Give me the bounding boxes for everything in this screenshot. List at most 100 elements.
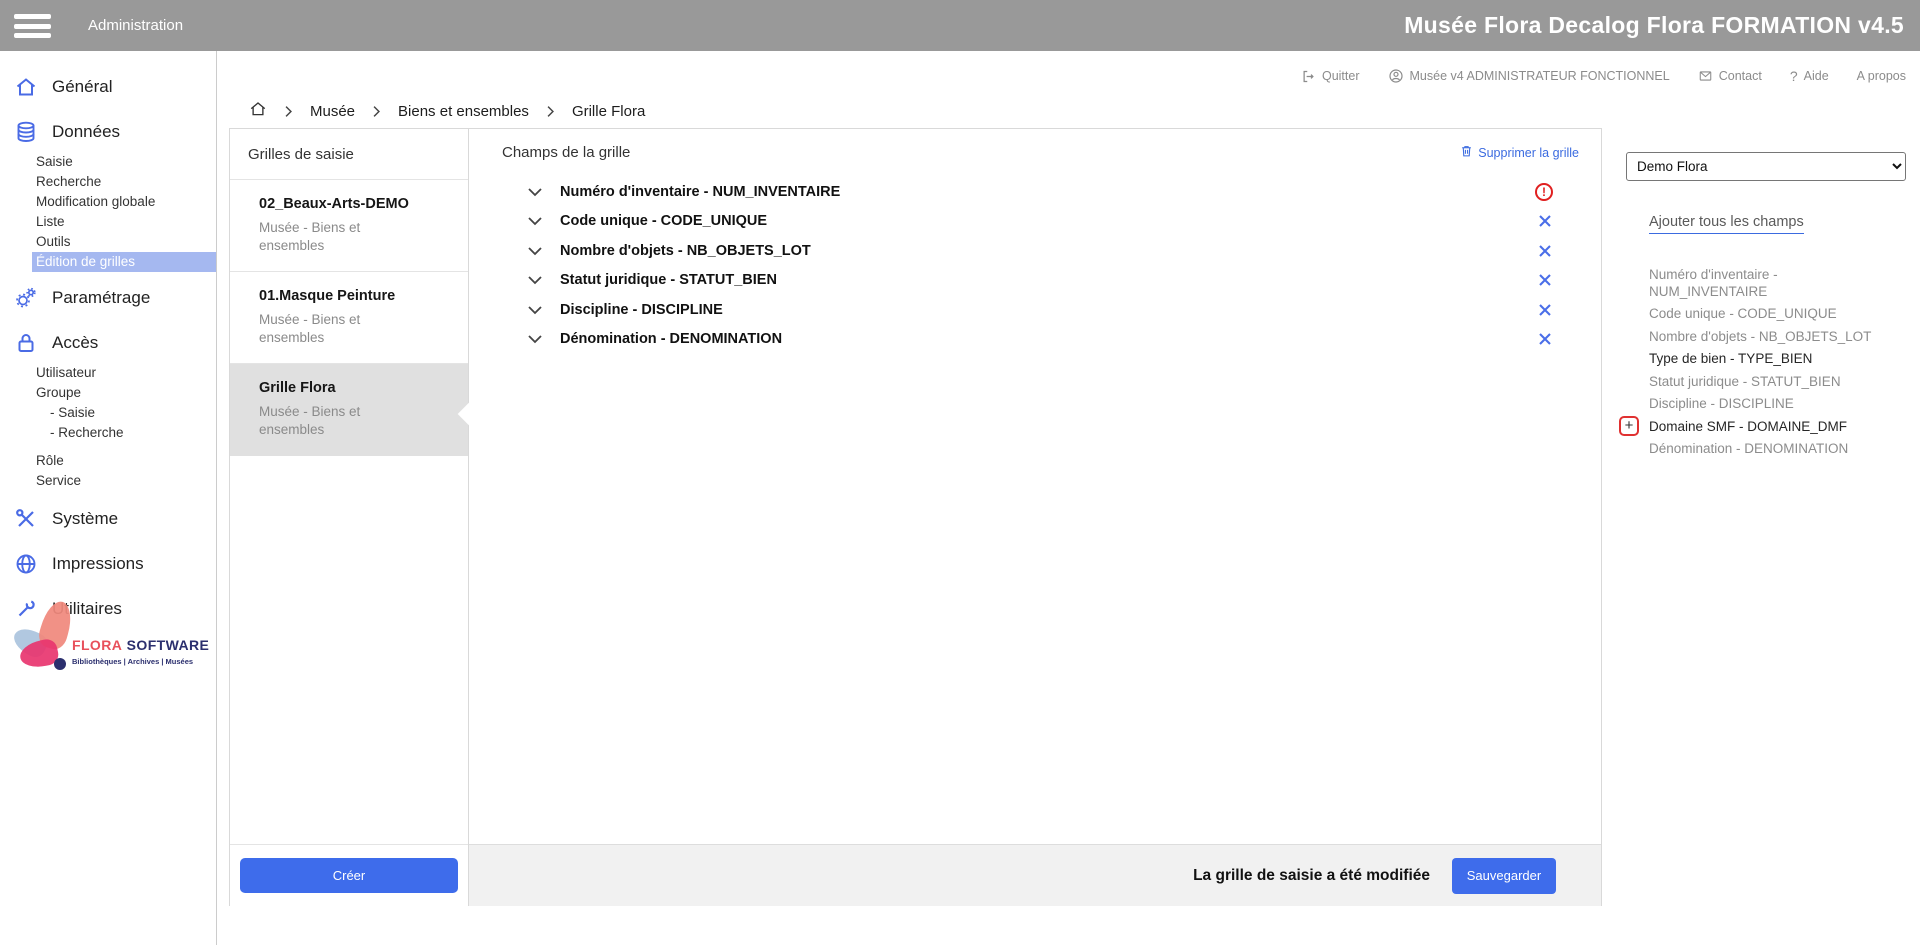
available-field-label: Domaine SMF - DOMAINE_DMF xyxy=(1649,419,1847,434)
remove-field-icon[interactable] xyxy=(1537,243,1553,259)
sidebar-item-groupe[interactable]: Groupe xyxy=(0,383,216,403)
field-row-label: Nombre d'objets - NB_OBJETS_LOT xyxy=(560,243,811,259)
available-field: Numéro d'inventaire - NUM_INVENTAIRE xyxy=(1649,267,1877,300)
chevron-right-icon xyxy=(546,105,555,118)
remove-field-icon[interactable] xyxy=(1537,302,1553,318)
available-field[interactable]: Type de bien - TYPE_BIEN xyxy=(1649,351,1877,368)
home-icon[interactable] xyxy=(249,100,267,122)
create-button[interactable]: Créer xyxy=(240,858,458,893)
available-fields-list: Numéro d'inventaire - NUM_INVENTAIRE Cod… xyxy=(1649,267,1877,458)
administration-screen: Administration Musée Flora Decalog Flora… xyxy=(0,0,1920,945)
page-title: Musée Flora Decalog Flora FORMATION v4.5 xyxy=(1404,12,1904,39)
model-select[interactable]: Demo Flora xyxy=(1626,152,1906,181)
grid-list-item[interactable]: 01.Masque Peinture Musée - Biens et ense… xyxy=(230,272,468,364)
remove-field-icon[interactable] xyxy=(1537,331,1553,347)
grid-item-subtitle: Musée - Biens et ensembles xyxy=(259,219,399,255)
remove-field-icon[interactable] xyxy=(1537,272,1553,288)
logout-icon xyxy=(1301,69,1316,84)
app-header: Administration Musée Flora Decalog Flora… xyxy=(0,0,1920,51)
sidebar-item-utilisateur[interactable]: Utilisateur xyxy=(0,363,216,383)
create-bar: Créer xyxy=(230,844,468,906)
delete-grid-link[interactable]: Supprimer la grille xyxy=(1460,144,1579,161)
field-row: Discipline - DISCIPLINE xyxy=(469,295,1601,325)
field-row: Code unique - CODE_UNIQUE xyxy=(469,207,1601,237)
chevron-down-icon[interactable] xyxy=(527,334,545,344)
chevron-down-icon[interactable] xyxy=(527,275,545,285)
question-icon: ? xyxy=(1790,68,1798,84)
field-row: Dénomination - DENOMINATION xyxy=(469,325,1601,355)
field-row-label: Code unique - CODE_UNIQUE xyxy=(560,213,767,229)
available-field: Discipline - DISCIPLINE xyxy=(1649,396,1877,413)
warning-icon: ! xyxy=(1535,183,1553,201)
gears-icon xyxy=(13,285,39,311)
sidebar-item-parametrage[interactable]: Paramétrage xyxy=(0,278,216,318)
logo-dot xyxy=(54,658,66,670)
available-field: Dénomination - DENOMINATION xyxy=(1649,441,1877,458)
available-field: Nombre d'objets - NB_OBJETS_LOT xyxy=(1649,329,1877,346)
grid-item-subtitle: Musée - Biens et ensembles xyxy=(259,403,399,439)
sidebar-item-recherche[interactable]: Recherche xyxy=(0,172,216,192)
status-bar: La grille de saisie a été modifiée Sauve… xyxy=(469,844,1601,906)
remove-field-icon[interactable] xyxy=(1537,213,1553,229)
trash-icon xyxy=(1460,144,1473,161)
sidebar-item-edition-de-grilles[interactable]: Édition de grilles xyxy=(32,252,216,272)
fields-panel: Champs de la grille Supprimer la grille … xyxy=(469,128,1602,906)
database-icon xyxy=(13,119,39,145)
sidebar-item-acces[interactable]: Accès xyxy=(0,323,216,363)
sidebar-item-role[interactable]: Rôle xyxy=(0,451,216,471)
available-field: Code unique - CODE_UNIQUE xyxy=(1649,306,1877,323)
sidebar-item-modification-globale[interactable]: Modification globale xyxy=(0,192,216,212)
save-button[interactable]: Sauvegarder xyxy=(1452,858,1556,894)
sidebar-item-groupe-saisie[interactable]: - Saisie xyxy=(0,403,216,423)
available-field[interactable]: + Domaine SMF - DOMAINE_DMF xyxy=(1649,419,1877,436)
tools-icon xyxy=(13,506,39,532)
field-row-label: Statut juridique - STATUT_BIEN xyxy=(560,272,777,288)
menu-icon[interactable] xyxy=(14,14,51,38)
user-icon xyxy=(1388,68,1404,84)
contact-button[interactable]: Contact xyxy=(1698,69,1762,83)
grid-item-name: 01.Masque Peinture xyxy=(259,288,456,304)
add-all-fields-link[interactable]: Ajouter tous les champs xyxy=(1649,214,1804,234)
field-row-label: Dénomination - DENOMINATION xyxy=(560,331,782,347)
status-message: La grille de saisie a été modifiée xyxy=(1193,867,1430,885)
lock-icon xyxy=(13,330,39,356)
chevron-down-icon[interactable] xyxy=(527,246,545,256)
chevron-down-icon[interactable] xyxy=(527,305,545,315)
sidebar-item-groupe-recherche[interactable]: - Recherche xyxy=(0,423,216,443)
quit-button[interactable]: Quitter xyxy=(1301,69,1360,84)
about-button[interactable]: A propos xyxy=(1857,69,1906,83)
available-field: Statut juridique - STATUT_BIEN xyxy=(1649,374,1877,391)
field-row-label: Numéro d'inventaire - NUM_INVENTAIRE xyxy=(560,184,840,200)
grids-panel-title: Grilles de saisie xyxy=(230,129,468,180)
fields-panel-title: Champs de la grille xyxy=(502,144,630,161)
sidebar-item-outils[interactable]: Outils xyxy=(0,232,216,252)
grid-list-item-selected[interactable]: Grille Flora Musée - Biens et ensembles xyxy=(230,364,468,456)
sidebar-item-donnees[interactable]: Données xyxy=(0,112,216,152)
user-menu[interactable]: Musée v4 ADMINISTRATEUR FONCTIONNEL xyxy=(1388,68,1670,84)
home-icon xyxy=(13,74,39,100)
sidebar-item-liste[interactable]: Liste xyxy=(0,212,216,232)
envelope-icon xyxy=(1698,69,1713,83)
field-row: Numéro d'inventaire - NUM_INVENTAIRE ! xyxy=(469,177,1601,207)
flora-software-logo: FLORA SOFTWARE Bibliothèques | Archives … xyxy=(12,601,212,676)
grid-list-item[interactable]: 02_Beaux-Arts-DEMO Musée - Biens et ense… xyxy=(230,180,468,272)
chevron-down-icon[interactable] xyxy=(527,216,545,226)
breadcrumb-item[interactable]: Musée xyxy=(310,103,355,120)
breadcrumb-item[interactable]: Biens et ensembles xyxy=(398,103,529,120)
grid-item-subtitle: Musée - Biens et ensembles xyxy=(259,311,399,347)
breadcrumb-item-current[interactable]: Grille Flora xyxy=(572,103,645,120)
grid-item-name: 02_Beaux-Arts-DEMO xyxy=(259,196,456,212)
chevron-down-icon[interactable] xyxy=(527,187,545,197)
help-button[interactable]: ? Aide xyxy=(1790,68,1829,84)
sidebar-item-general[interactable]: Général xyxy=(0,67,216,107)
field-rows: Numéro d'inventaire - NUM_INVENTAIRE ! C… xyxy=(469,177,1601,354)
grid-item-name: Grille Flora xyxy=(259,380,456,396)
sidebar-item-service[interactable]: Service xyxy=(0,471,216,491)
sidebar-item-systeme[interactable]: Système xyxy=(0,499,216,539)
sidebar-item-saisie[interactable]: Saisie xyxy=(0,152,216,172)
sidebar-item-impressions[interactable]: Impressions xyxy=(0,544,216,584)
logo-text-software: SOFTWARE xyxy=(127,637,210,653)
add-field-button[interactable]: + xyxy=(1619,416,1639,436)
sidebar: Général Données Saisie Recherche Modific… xyxy=(0,51,217,945)
field-row-label: Discipline - DISCIPLINE xyxy=(560,302,723,318)
